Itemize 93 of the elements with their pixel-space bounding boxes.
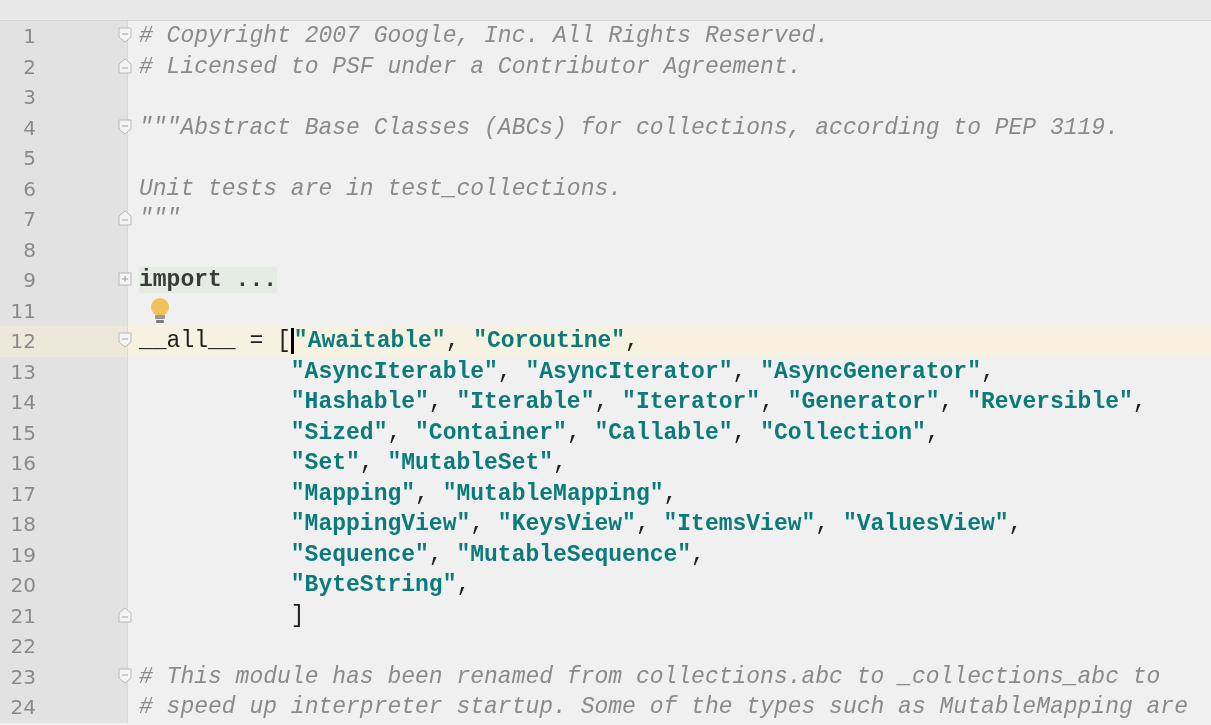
string-literal: "MappingView"	[290, 511, 471, 538]
docstring: """Abstract Base Classes (ABCs) for collections, according to PEP 3119.	[139, 114, 1119, 141]
code-text: ,	[456, 572, 471, 599]
string-literal: "Container"	[415, 419, 567, 446]
line-number: 8	[22, 237, 36, 262]
string-literal: "Sequence"	[290, 541, 429, 568]
string-literal: "AsyncIterator"	[525, 358, 733, 385]
line-number: 23	[9, 664, 36, 689]
line-number: 3	[22, 85, 36, 110]
string-literal: "ItemsView"	[663, 511, 816, 538]
code-text: ,	[815, 511, 831, 538]
collapse-icon[interactable]	[118, 118, 132, 135]
lightbulb-icon[interactable]	[149, 296, 171, 325]
line-number: 20	[9, 573, 36, 598]
string-literal: "Mapping"	[290, 480, 416, 507]
code-text: ,	[625, 328, 639, 355]
string-literal: "Collection"	[760, 419, 926, 446]
line-number: 12	[9, 329, 36, 354]
collapse-icon[interactable]	[118, 332, 132, 348]
folded-code[interactable]: import ...	[139, 267, 278, 294]
code-text: ,	[925, 419, 940, 446]
line-number: 21	[9, 603, 36, 628]
code-text: ,	[415, 480, 430, 507]
expand-icon[interactable]	[118, 271, 132, 287]
code-text: ]	[290, 602, 305, 629]
code-text: ,	[387, 419, 403, 446]
code-text: __all__ = [	[139, 328, 291, 355]
line-number: 6	[22, 176, 36, 201]
code-text: ,	[635, 511, 651, 538]
code-text: ,	[980, 358, 995, 385]
code-text: ,	[760, 389, 775, 416]
line-number: 17	[9, 481, 36, 506]
line-number: 14	[9, 390, 36, 415]
code-comment: # Copyright 2007 Google, Inc. All Rights Reserved.	[139, 23, 830, 50]
string-literal: "Awaitable"	[293, 328, 446, 355]
code-text: ,	[691, 541, 705, 568]
code-text: ,	[594, 389, 610, 416]
line-number: 5	[22, 146, 36, 171]
code-comment: # Licensed to PSF under a Contributor Agreement.	[139, 53, 802, 80]
line-number: 18	[9, 512, 36, 537]
text-caret	[290, 328, 294, 355]
line-number: 19	[9, 542, 36, 567]
collapse-icon[interactable]	[118, 57, 132, 74]
code-text: ,	[497, 358, 513, 385]
collapse-icon[interactable]	[118, 606, 132, 623]
line-number: 1	[22, 24, 36, 49]
line-number: 9	[22, 268, 36, 293]
string-literal: "MutableMapping"	[442, 480, 664, 507]
line-number: 7	[22, 207, 36, 232]
string-literal: "MutableSet"	[387, 450, 554, 477]
line-number: 16	[9, 451, 36, 476]
collapse-icon[interactable]	[118, 667, 132, 684]
code-text: ,	[566, 419, 582, 446]
code-text: ,	[1008, 511, 1023, 538]
docstring: Unit tests are in test_collections.	[139, 175, 623, 202]
line-number: 15	[9, 420, 36, 445]
code-text: ,	[939, 389, 955, 416]
code-text: ,	[553, 450, 567, 477]
code-text: ,	[470, 511, 486, 538]
code-text: ,	[428, 389, 444, 416]
string-literal: "Set"	[290, 450, 360, 477]
code-text: ,	[359, 450, 375, 477]
line-number: 13	[9, 359, 36, 384]
string-literal: "ByteString"	[290, 572, 457, 599]
line-number: 4	[22, 115, 36, 140]
string-literal: "AsyncIterable"	[290, 358, 498, 385]
code-text: ,	[663, 480, 678, 507]
string-literal: "Reversible"	[967, 389, 1133, 416]
string-literal: "Coroutine"	[473, 328, 626, 355]
string-literal: "Generator"	[787, 389, 940, 416]
string-literal: "Iterable"	[456, 389, 595, 416]
string-literal: "Hashable"	[290, 389, 429, 416]
line-number: 2	[22, 54, 36, 79]
code-comment: # This module has been renamed from collections.abc to _collections_abc to	[139, 663, 1161, 690]
string-literal: "AsyncGenerator"	[760, 358, 981, 385]
code-text: ,	[1132, 389, 1147, 416]
code-text: ,	[732, 419, 748, 446]
collapse-icon[interactable]	[118, 210, 132, 226]
code-text: ,	[445, 328, 461, 355]
string-literal: "KeysView"	[497, 511, 636, 538]
string-literal: "ValuesView"	[842, 511, 1009, 538]
collapse-icon[interactable]	[118, 27, 132, 43]
code-comment: # speed up interpreter startup. Some of the types such as MutableMapping are	[139, 694, 1188, 721]
string-literal: "Sized"	[290, 419, 388, 446]
line-number: 22	[9, 634, 36, 659]
docstring: """	[139, 206, 181, 233]
code-text: ,	[732, 358, 748, 385]
line-number: 24	[9, 695, 36, 720]
code-text: ,	[428, 541, 444, 568]
string-literal: "Iterator"	[622, 389, 761, 416]
line-number: 11	[9, 298, 36, 323]
string-literal: "Callable"	[594, 419, 733, 446]
string-literal: "MutableSequence"	[456, 541, 692, 568]
